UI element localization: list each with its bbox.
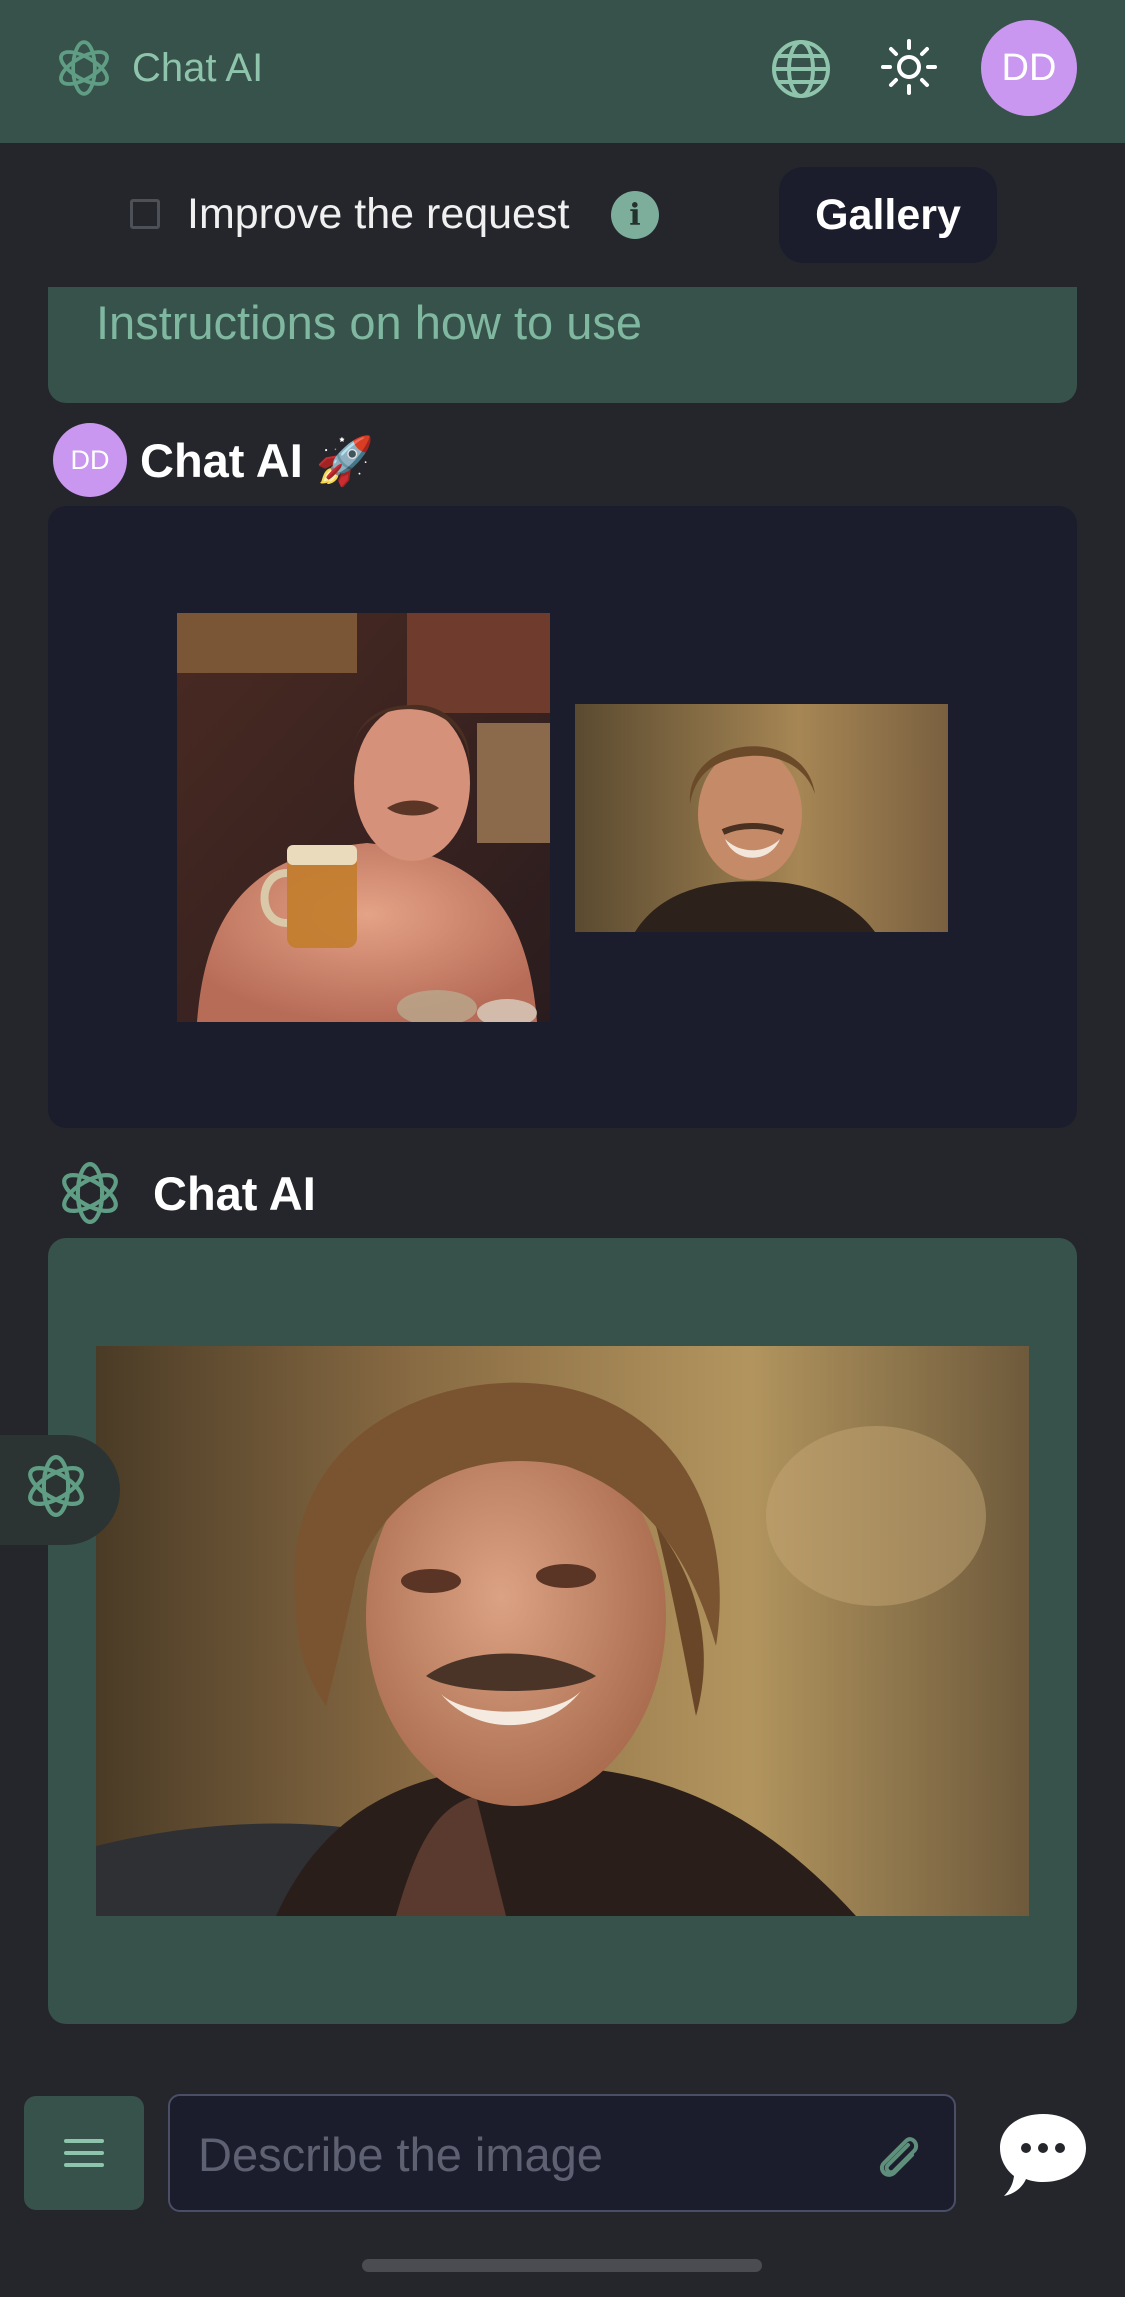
info-icon[interactable]: i — [611, 191, 659, 239]
uploaded-photo-2[interactable] — [575, 704, 948, 932]
home-indicator — [362, 2259, 762, 2272]
prompt-input-box[interactable] — [168, 2094, 956, 2212]
ai-message-name: Chat AI — [153, 1167, 316, 1220]
uploaded-photo-1[interactable] — [177, 613, 550, 1022]
instructions-text[interactable]: Instructions on how to use — [96, 295, 642, 351]
sun-icon[interactable] — [880, 38, 938, 96]
ai-logo-icon — [52, 1155, 128, 1231]
paperclip-icon[interactable] — [868, 2127, 926, 2185]
message-avatar: DD — [53, 423, 127, 497]
improve-request-label[interactable]: Improve the request — [187, 188, 569, 240]
generated-image[interactable] — [96, 1346, 1029, 1916]
globe-icon[interactable] — [770, 38, 832, 100]
chat-bubble-icon[interactable] — [996, 2108, 1090, 2200]
user-avatar[interactable]: DD — [981, 20, 1077, 116]
user-message-name: Chat AI 🚀 — [140, 434, 375, 487]
gallery-button[interactable]: Gallery — [779, 167, 997, 263]
logo-icon[interactable] — [50, 34, 118, 102]
improve-request-checkbox[interactable] — [130, 199, 160, 229]
menu-icon[interactable] — [64, 2137, 104, 2169]
assistant-logo-icon[interactable] — [18, 1448, 94, 1524]
brand-name[interactable]: Chat AI — [132, 42, 263, 94]
prompt-input[interactable] — [196, 2116, 860, 2192]
